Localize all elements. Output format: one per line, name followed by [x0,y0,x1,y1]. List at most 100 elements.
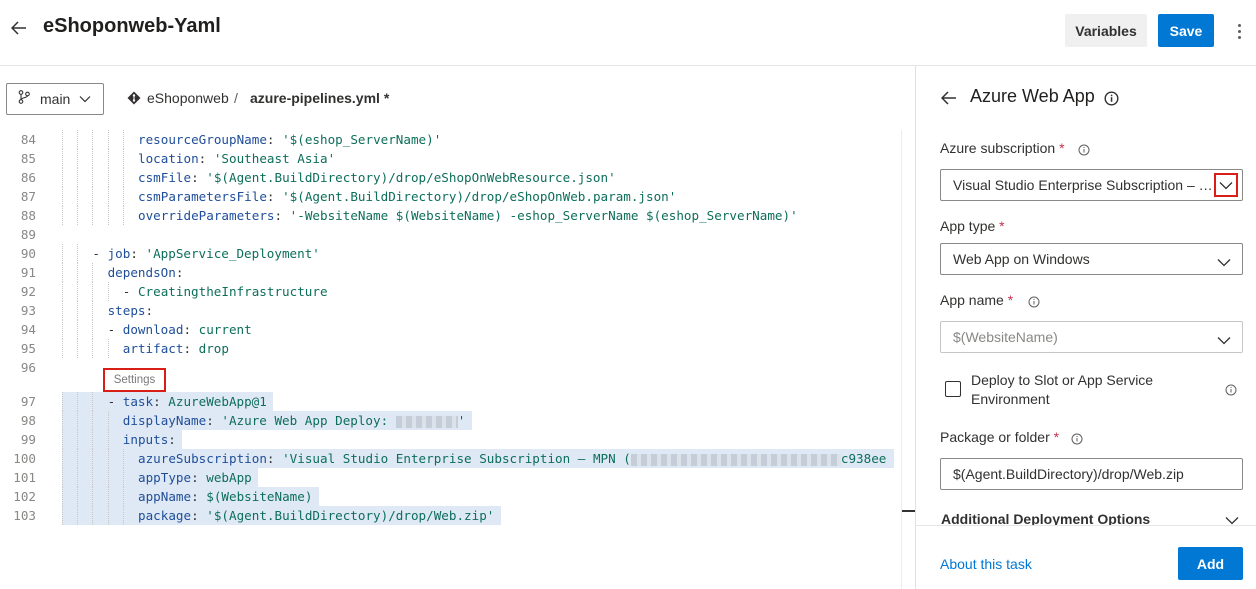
line-number: 85 [20,151,36,166]
indent-guide [107,187,109,206]
code-text: azureSubscription: 'Visual Studio Enterp… [138,451,887,466]
indent-guide [62,449,63,468]
back-arrow-icon[interactable] [8,17,30,39]
indent-guide [92,449,94,468]
subscription-info-icon[interactable] [1078,143,1090,161]
indent-guide [107,487,109,506]
add-button[interactable]: Add [1178,547,1243,580]
chevron-down-icon [1217,254,1231,270]
breadcrumb-repo[interactable]: eShoponweb [147,90,229,106]
code-text: steps: [107,303,154,318]
code-line: 87 csmParametersFile: '$(Agent.BuildDirec… [0,187,915,206]
deploy-slot-info-icon[interactable] [1225,383,1237,401]
code-text: appName: $(WebsiteName) [138,489,313,504]
branch-selector[interactable]: main [6,83,104,115]
indent-guide [107,430,109,449]
code-text: - CreatingtheInfrastructure [122,284,328,299]
code-line: 102 appName: $(WebsiteName) [0,487,915,506]
indent-guide [62,187,63,206]
indent-guide [107,149,109,168]
indent-guide [77,392,79,411]
code-line: 94 - download: current [0,320,915,339]
indent-guide [77,206,79,225]
indent-guide [77,487,79,506]
line-number: 93 [20,303,36,318]
indent-guide [122,487,124,506]
code-text: - task: AzureWebApp@1 [107,394,267,409]
info-icon[interactable] [1104,91,1119,111]
additional-options-label: Additional Deployment Options [941,511,1151,526]
indent-guide [77,320,79,339]
indent-guide [122,149,124,168]
indent-guide [92,187,94,206]
deploy-slot-checkbox[interactable] [945,381,961,397]
line-number: 91 [20,265,36,280]
apptype-label: App type * [940,218,1005,234]
more-options-icon[interactable] [1230,20,1248,42]
panel-back-arrow-icon[interactable] [939,88,959,108]
subscription-dropdown[interactable]: Visual Studio Enterprise Subscription – … [940,169,1243,201]
code-editor[interactable]: 84 resourceGroupName: '$(eshop_ServerName… [0,130,915,589]
appname-info-icon[interactable] [1028,295,1040,313]
line-number: 103 [13,508,36,523]
code-text: csmParametersFile: '$(Agent.BuildDirecto… [138,189,677,204]
code-line: 85 location: 'Southeast Asia' [0,149,915,168]
line-number: 89 [20,227,36,242]
deploy-slot-label: Deploy to Slot or App Service Environmen… [971,372,1154,407]
repo-icon [127,91,141,110]
code-text: location: 'Southeast Asia' [138,151,336,166]
indent-guide [77,244,79,263]
chevron-down-icon [1225,512,1239,526]
task-settings-link[interactable]: Settings [103,368,166,392]
indent-guide [92,206,94,225]
appname-dropdown[interactable]: $(WebsiteName) [940,321,1243,353]
indent-guide [62,487,63,506]
scrollbar-thumb[interactable] [902,510,915,512]
branch-name: main [40,91,71,107]
indent-guide [77,187,79,206]
indent-guide [62,506,63,525]
editor-scrollbar-track[interactable] [901,130,902,589]
line-number: 94 [20,322,36,337]
code-line: 103 package: '$(Agent.BuildDirectory)/dro… [0,506,915,525]
indent-guide [92,130,94,149]
code-text: - download: current [107,322,252,337]
indent-guide [92,506,94,525]
code-text: overrideParameters: '-WebsiteName $(Webs… [138,208,798,223]
indent-guide [77,506,79,525]
line-number: 95 [20,341,36,356]
variables-button[interactable]: Variables [1065,14,1147,47]
code-text: csmFile: '$(Agent.BuildDirectory)/drop/e… [138,170,616,185]
indent-guide [77,449,79,468]
code-text: package: '$(Agent.BuildDirectory)/drop/W… [138,508,495,523]
additional-options-section[interactable]: Additional Deployment Options [941,510,1241,526]
indent-guide [77,263,79,282]
indent-guide [62,411,63,430]
line-number: 84 [20,132,36,147]
line-number: 99 [20,432,36,447]
indent-guide [62,468,63,487]
indent-guide [107,449,109,468]
breadcrumb-separator: / [234,90,238,106]
about-task-link[interactable]: About this task [940,556,1032,572]
indent-guide [122,206,124,225]
subscription-dropdown-chevron-icon[interactable] [1214,173,1238,197]
indent-guide [107,411,109,430]
package-input[interactable] [940,458,1243,490]
indent-guide [62,320,63,339]
package-label: Package or folder * [940,429,1060,445]
indent-guide [62,392,63,411]
code-line: 92 - CreatingtheInfrastructure [0,282,915,301]
indent-guide [77,411,79,430]
apptype-dropdown[interactable]: Web App on Windows [940,243,1243,275]
indent-guide [122,187,124,206]
code-line: 99 inputs: [0,430,915,449]
package-info-icon[interactable] [1071,432,1083,450]
indent-guide [92,468,94,487]
indent-guide [122,449,124,468]
appname-placeholder: $(WebsiteName) [953,329,1058,345]
breadcrumb-file: azure-pipelines.yml * [250,90,390,106]
indent-guide [62,244,63,263]
save-button[interactable]: Save [1158,14,1214,47]
code-line: 91 dependsOn: [0,263,915,282]
